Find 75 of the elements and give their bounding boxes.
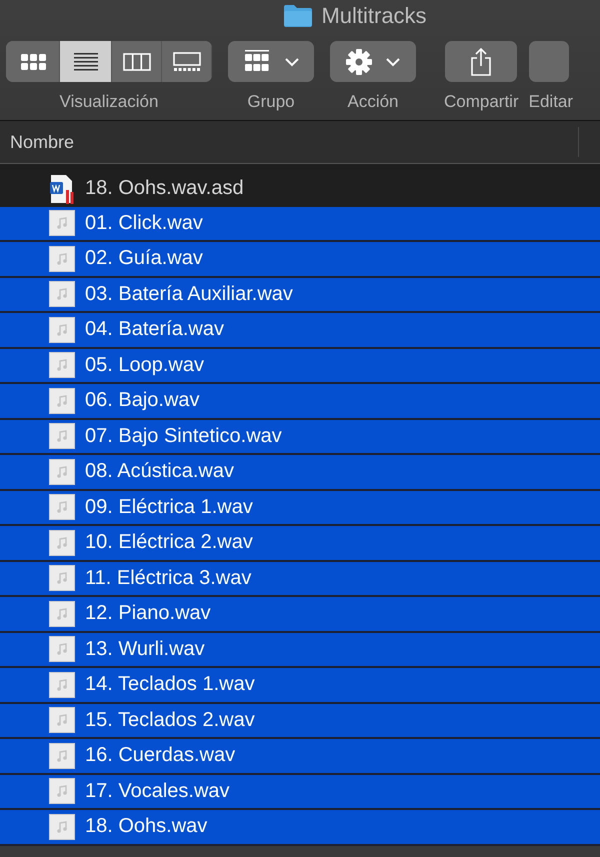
- file-row[interactable]: 04. Batería.wav: [0, 313, 600, 348]
- file-name: 14. Teclados 1.wav: [85, 673, 255, 696]
- file-row[interactable]: 15. Teclados 2.wav: [0, 704, 600, 739]
- audio-file-icon: [49, 814, 75, 840]
- file-name: 11. Eléctrica 3.wav: [85, 566, 252, 590]
- chevron-down-icon: [284, 56, 300, 66]
- file-row[interactable]: 17. Vocales.wav: [0, 774, 600, 810]
- file-row[interactable]: 07. Bajo Sintetico.wav: [0, 420, 600, 455]
- share-icon: [469, 46, 494, 76]
- file-name: 02. Guía.wav: [85, 247, 203, 270]
- file-row[interactable]: 16. Cuerdas.wav: [0, 739, 600, 774]
- file-name: 05. Loop.wav: [85, 354, 204, 377]
- audio-file-icon: [49, 672, 75, 698]
- chevron-down-icon: [385, 56, 401, 66]
- toolbar-label: Acción: [347, 92, 399, 112]
- file-name: 15. Teclados 2.wav: [85, 708, 255, 732]
- audio-file-icon: [49, 246, 75, 272]
- audio-file-icon: [49, 316, 75, 343]
- gallery-icon: [172, 50, 202, 72]
- column-header[interactable]: Nombre: [10, 132, 74, 152]
- audio-file-icon: [49, 636, 75, 662]
- action-menu-button[interactable]: [330, 41, 416, 82]
- audio-file-icon: [49, 600, 75, 627]
- file-row[interactable]: 03. Batería Auxiliar.wav: [0, 278, 600, 313]
- file-row[interactable]: 11. Eléctrica 3.wav: [0, 562, 600, 597]
- file-name: 12. Piano.wav: [85, 602, 211, 626]
- file-name: 13. Wurli.wav: [85, 638, 205, 661]
- file-name: 09. Eléctrica 1.wav: [85, 496, 253, 519]
- audio-file-icon: [49, 210, 75, 236]
- file-row[interactable]: 18. Oohs.wav: [0, 810, 600, 846]
- audio-file-icon: [49, 707, 75, 734]
- file-row[interactable]: 01. Click.wav: [0, 206, 600, 242]
- window-title: Multitracks: [321, 3, 427, 29]
- file-name: 18. Oohs.wav.asd: [85, 177, 244, 200]
- file-row[interactable]: 10. Eléctrica 2.wav: [0, 526, 600, 562]
- file-row[interactable]: 13. Wurli.wav: [0, 632, 600, 668]
- file-row[interactable]: 08. Acústica.wav: [0, 455, 600, 490]
- toolbar-label: Visualización: [60, 92, 158, 112]
- toolbar-label: Grupo: [247, 92, 295, 112]
- file-row[interactable]: 06. Bajo.wav: [0, 384, 600, 420]
- file-row[interactable]: 02. Guía.wav: [0, 242, 600, 278]
- share-button[interactable]: [445, 41, 518, 82]
- toolbar-label: Editar: [528, 92, 574, 112]
- toolbar-label: Compartir: [444, 92, 519, 112]
- columns-icon: [122, 50, 152, 72]
- audio-file-icon: [49, 281, 75, 308]
- file-name: 04. Batería.wav: [85, 318, 224, 342]
- file-name: 17. Vocales.wav: [85, 780, 230, 803]
- audio-file-icon: [49, 530, 75, 556]
- file-name: 07. Bajo Sintetico.wav: [85, 424, 282, 448]
- folder-icon: [283, 4, 314, 28]
- file-row[interactable]: 12. Piano.wav: [0, 597, 600, 632]
- audio-file-icon: [49, 778, 75, 804]
- file-row[interactable]: 05. Loop.wav: [0, 348, 600, 384]
- file-name: 16. Cuerdas.wav: [85, 744, 236, 768]
- file-name: 08. Acústica.wav: [85, 460, 234, 484]
- file-name: 10. Eléctrica 2.wav: [85, 531, 253, 554]
- gear-icon: [345, 48, 373, 76]
- file-row[interactable]: 09. Eléctrica 1.wav: [0, 490, 600, 526]
- file-name: 03. Batería Auxiliar.wav: [85, 282, 293, 306]
- file-name: 18. Oohs.wav: [85, 815, 208, 838]
- audio-file-icon: [49, 388, 75, 414]
- audio-file-icon: [49, 458, 75, 485]
- group-menu-button[interactable]: [228, 41, 314, 82]
- file-name: 06. Bajo.wav: [85, 389, 200, 412]
- audio-file-icon: [49, 494, 75, 520]
- audio-file-icon: [49, 352, 75, 378]
- audio-file-icon: [49, 423, 75, 450]
- audio-file-icon: [49, 742, 75, 769]
- word-document-icon: [49, 174, 75, 204]
- view-mode-button[interactable]: [60, 41, 112, 82]
- view-mode-button[interactable]: [6, 41, 60, 82]
- file-row[interactable]: 14. Teclados 1.wav: [0, 668, 600, 704]
- audio-file-icon: [49, 565, 75, 592]
- file-name: 01. Click.wav: [85, 212, 203, 235]
